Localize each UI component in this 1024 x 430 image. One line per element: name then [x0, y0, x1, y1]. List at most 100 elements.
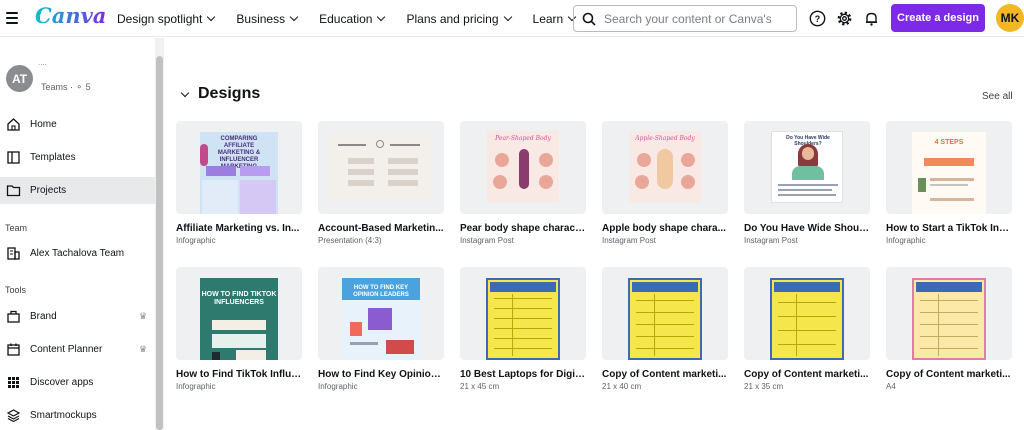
- design-card[interactable]: HOW TO FIND TIKTOK INFLUENCERS How to Fi…: [176, 267, 302, 391]
- nav-label: Plans and pricing: [406, 11, 499, 26]
- design-thumbnail[interactable]: COMPARING AFFILIATE MARKETING & INFLUENC…: [176, 121, 302, 214]
- design-thumbnail[interactable]: [744, 267, 870, 360]
- sidebar-item-team[interactable]: Alex Tachalova Team: [0, 240, 155, 267]
- design-card[interactable]: 4 STEPS How to Start a TikTok Infl... In…: [886, 121, 1012, 245]
- design-card[interactable]: Copy of Content marketi... 21 x 40 cm: [602, 267, 728, 391]
- nav-label: Learn: [532, 11, 564, 26]
- menu-icon[interactable]: [6, 12, 18, 24]
- design-card[interactable]: Copy of Content marketi... 21 x 35 cm: [744, 267, 870, 391]
- design-thumbnail[interactable]: Pear-Shaped Body: [460, 121, 586, 214]
- design-card[interactable]: Do You Have Wide Shoulders? Do You Have …: [744, 121, 870, 245]
- design-type: A4: [886, 382, 896, 391]
- design-type: Instagram Post: [602, 236, 656, 245]
- sidebar-item-label: Smartmockups: [30, 410, 97, 421]
- search-input[interactable]: [604, 11, 784, 26]
- team-avatar[interactable]: AT: [6, 65, 33, 92]
- nav-label: Education: [319, 11, 373, 26]
- design-card[interactable]: Copy of Content marketi... A4: [886, 267, 1012, 391]
- sidebar-item-brand[interactable]: Brand ♛: [0, 303, 155, 330]
- scrollbar-thumb[interactable]: [156, 56, 163, 430]
- thumb-art: [486, 278, 560, 360]
- team-name: ....: [38, 58, 47, 67]
- sidebar-item-projects[interactable]: Projects: [0, 177, 155, 204]
- nav-label: Design spotlight: [117, 11, 203, 26]
- sidebar-item-label: Content Planner: [30, 344, 103, 355]
- design-name: How to Start a TikTok Infl...: [886, 223, 1012, 234]
- design-name: Affiliate Marketing vs. In...: [176, 223, 300, 234]
- sidebar-item-home[interactable]: Home: [0, 111, 155, 138]
- sidebar-item-discover-apps[interactable]: Discover apps: [0, 369, 155, 396]
- thumb-text: 4 STEPS: [934, 139, 964, 146]
- design-thumbnail[interactable]: [602, 267, 728, 360]
- create-design-button[interactable]: Create a design: [891, 4, 985, 32]
- nav-design-spotlight[interactable]: Design spotlight: [117, 11, 216, 26]
- see-all-link[interactable]: See all: [982, 91, 1013, 102]
- sidebar-item-label: Home: [30, 119, 57, 130]
- section-label-tools: Tools: [5, 285, 27, 295]
- design-name: Copy of Content marketi...: [886, 369, 1011, 380]
- templates-icon: [7, 151, 20, 164]
- design-thumbnail[interactable]: 4 STEPS: [886, 121, 1012, 214]
- search-box[interactable]: [573, 5, 797, 32]
- sidebar-item-templates[interactable]: Templates: [0, 144, 155, 171]
- thumb-art: Apple-Shaped Body: [629, 131, 701, 203]
- design-card[interactable]: Apple-Shaped Body Apple body shape chara…: [602, 121, 728, 245]
- design-thumbnail[interactable]: Apple-Shaped Body: [602, 121, 728, 214]
- nav-plans-pricing[interactable]: Plans and pricing: [406, 11, 512, 26]
- nav-learn[interactable]: Learn: [532, 11, 577, 26]
- bell-icon[interactable]: [863, 10, 880, 27]
- thumb-art: Do You Have Wide Shoulders?: [771, 131, 843, 203]
- nav-business[interactable]: Business: [236, 12, 299, 26]
- design-card[interactable]: COMPARING AFFILIATE MARKETING & INFLUENC…: [176, 121, 302, 245]
- calendar-icon: [7, 343, 20, 356]
- design-thumbnail[interactable]: [318, 121, 444, 214]
- sidebar-item-smartmockups[interactable]: Smartmockups: [0, 402, 155, 429]
- top-bar: Canva Design spotlight Business Educatio…: [0, 0, 1024, 37]
- designs-section-header[interactable]: Designs: [180, 85, 260, 103]
- thumb-art: COMPARING AFFILIATE MARKETING & INFLUENC…: [200, 132, 278, 214]
- design-card[interactable]: Account-Based Marketin... Presentation (…: [318, 121, 444, 245]
- thumb-art: [330, 134, 432, 201]
- design-type: Infographic: [886, 236, 926, 245]
- design-card[interactable]: HOW TO FIND KEY OPINION LEADERS How to F…: [318, 267, 444, 391]
- thumb-art: HOW TO FIND KEY OPINION LEADERS: [342, 278, 420, 360]
- design-card[interactable]: Pear-Shaped Body Pear body shape charact…: [460, 121, 586, 245]
- help-icon[interactable]: ?: [809, 10, 826, 27]
- folder-icon: [6, 185, 21, 197]
- sidebar-item-label: Discover apps: [30, 377, 94, 388]
- brand-icon: [7, 310, 20, 323]
- canva-logo[interactable]: Canva: [35, 3, 106, 28]
- team-type: Teams: [41, 82, 68, 92]
- design-type: Infographic: [176, 382, 216, 391]
- section-label-team: Team: [5, 223, 28, 233]
- thumb-art: HOW TO FIND TIKTOK INFLUENCERS: [200, 278, 278, 360]
- design-card[interactable]: 10 Best Laptops for Digit... 21 x 45 cm: [460, 267, 586, 391]
- design-thumbnail[interactable]: HOW TO FIND TIKTOK INFLUENCERS: [176, 267, 302, 360]
- design-type: 21 x 45 cm: [460, 382, 500, 391]
- design-type: Infographic: [176, 236, 216, 245]
- thumb-art: [770, 278, 844, 360]
- chevron-down-icon: [180, 88, 190, 97]
- sidebar: .... AT Teams · ⚬ 5 Home Templates Proje…: [0, 38, 155, 430]
- design-thumbnail[interactable]: [460, 267, 586, 360]
- user-avatar[interactable]: MK: [996, 4, 1024, 32]
- design-name: 10 Best Laptops for Digit...: [460, 369, 586, 380]
- design-thumbnail[interactable]: Do You Have Wide Shoulders?: [744, 121, 870, 214]
- sidebar-item-label: Alex Tachalova Team: [30, 248, 125, 259]
- thumb-art: Pear-Shaped Body: [487, 131, 559, 203]
- chevron-down-icon: [289, 12, 299, 22]
- svg-text:?: ?: [815, 14, 821, 24]
- building-icon: [7, 247, 20, 260]
- layers-icon: [6, 409, 21, 423]
- design-thumbnail[interactable]: [886, 267, 1012, 360]
- design-name: How to Find Key Opinion ...: [318, 369, 444, 380]
- design-thumbnail[interactable]: HOW TO FIND KEY OPINION LEADERS: [318, 267, 444, 360]
- sidebar-scrollbar[interactable]: [155, 38, 164, 430]
- design-name: Copy of Content marketi...: [744, 369, 869, 380]
- search-icon: [582, 12, 596, 26]
- nav-education[interactable]: Education: [319, 11, 386, 26]
- gear-icon[interactable]: [836, 10, 853, 27]
- sidebar-item-label: Templates: [30, 152, 76, 163]
- crown-icon: ♛: [139, 311, 148, 321]
- sidebar-item-content-planner[interactable]: Content Planner ♛: [0, 336, 155, 363]
